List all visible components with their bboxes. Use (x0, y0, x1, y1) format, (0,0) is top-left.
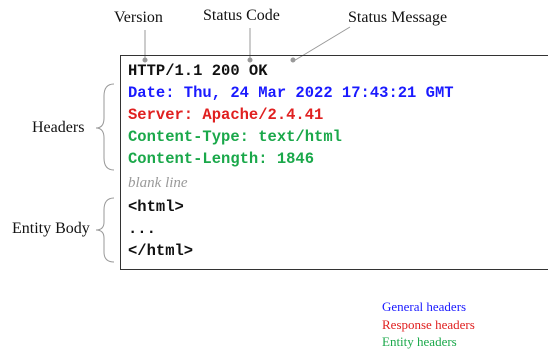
date-header: Date: Thu, 24 Mar 2022 17:43:21 GMT (128, 84, 454, 102)
blank-line: blank line (128, 175, 188, 191)
headers-brace (95, 83, 115, 171)
content-type-header: Content-Type: text/html (128, 128, 342, 146)
legend-entity-headers: Entity headers (382, 334, 457, 349)
body-open-tag: <html> (128, 198, 184, 216)
server-header: Server: Apache/2.4.41 (128, 106, 324, 124)
legend-general-headers: General headers (382, 299, 467, 314)
entity-body-brace (95, 197, 115, 263)
status-line: HTTP/1.1 200 OK (128, 62, 268, 80)
body-ellipsis: ... (128, 220, 156, 238)
legend-response-headers: Response headers (382, 317, 475, 332)
body-close-tag: </html> (128, 242, 194, 260)
content-length-header: Content-Length: 1846 (128, 150, 315, 168)
